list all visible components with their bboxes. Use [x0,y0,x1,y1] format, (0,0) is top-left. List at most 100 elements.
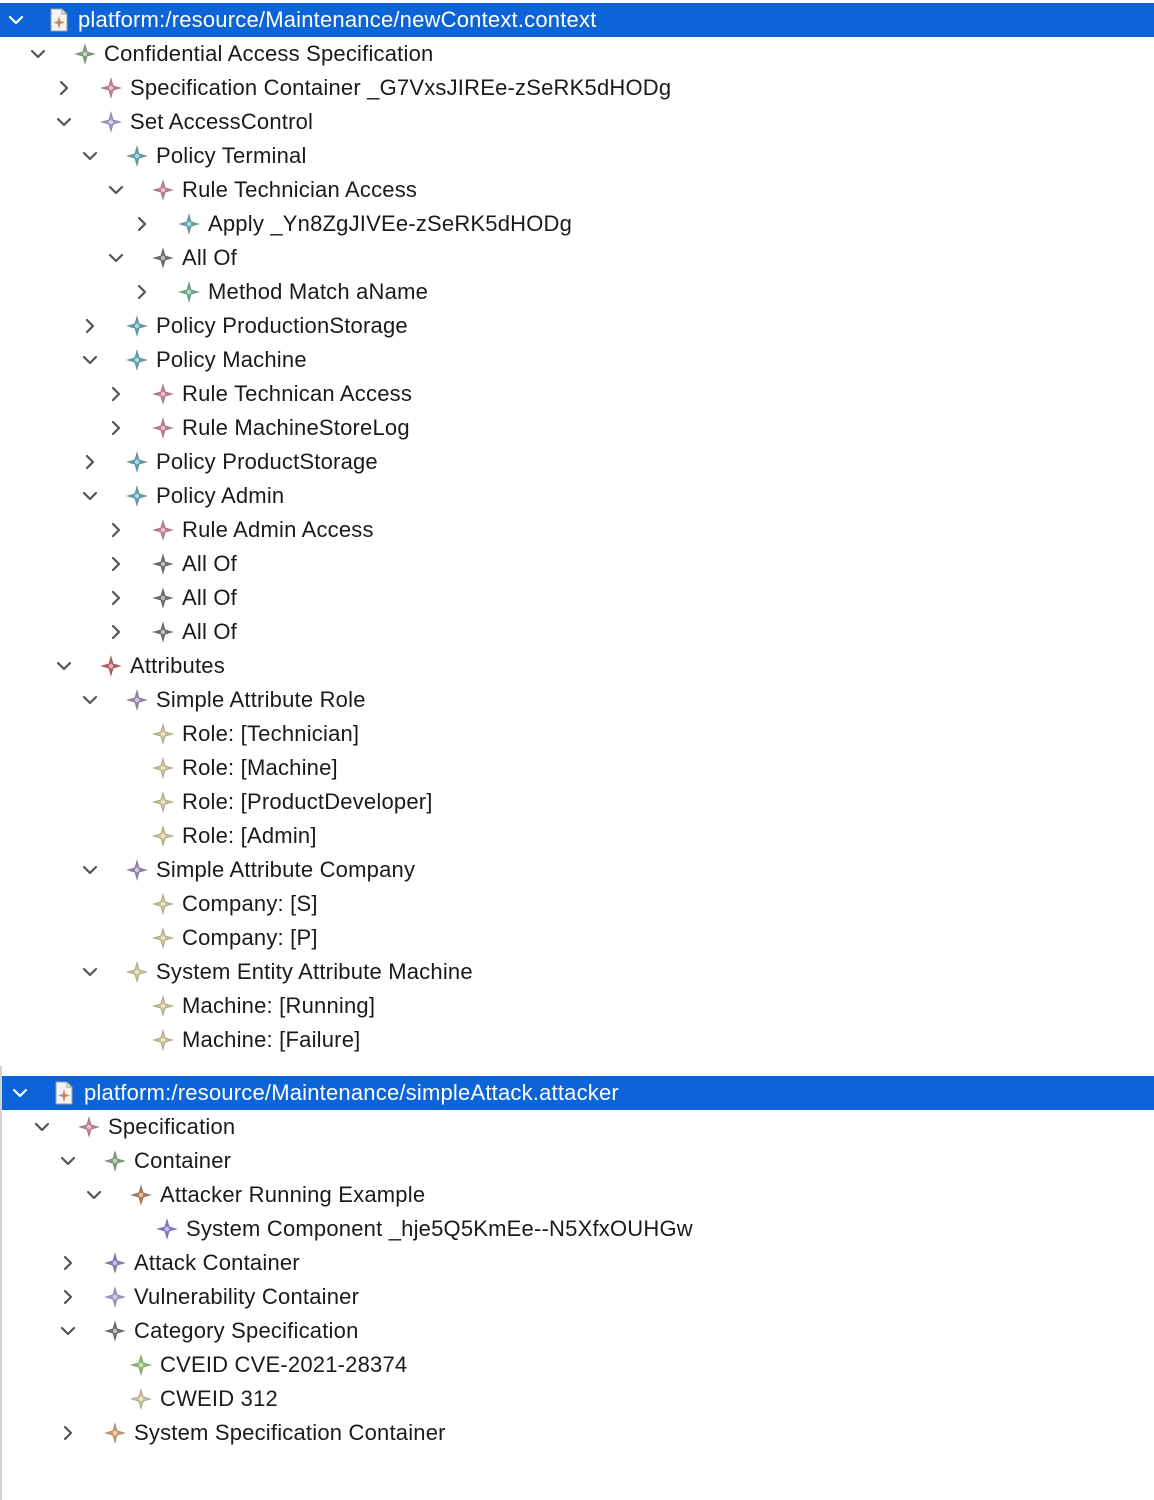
tree-item[interactable]: Confidential Access Specification [0,37,1154,71]
tree-item[interactable]: Method Match aName [0,275,1154,309]
tree-item[interactable]: System Specification Container [2,1416,1154,1450]
chevron-down-icon[interactable] [108,182,124,198]
tree-item[interactable]: Role: [ProductDeveloper] [0,785,1154,819]
tree-item-label: Simple Attribute Company [156,857,416,882]
tree-item[interactable]: Role: [Machine] [0,751,1154,785]
tree-item-label: Rule Technican Access [182,381,413,406]
tree-item[interactable]: Machine: [Failure] [0,1023,1154,1057]
tree-item-label: Policy ProductStorage [156,449,378,474]
tree-item[interactable]: System Entity Attribute Machine [0,955,1154,989]
tree-item[interactable]: Role: [Technician] [0,717,1154,751]
tree-item[interactable]: Attacker Running Example [2,1178,1154,1212]
model-element-icon [129,1353,153,1377]
model-element-icon [151,994,175,1018]
tree-item-label: Policy Machine [156,347,307,372]
chevron-down-icon[interactable] [82,488,98,504]
tree-item[interactable]: Attributes [0,649,1154,683]
chevron-down-icon[interactable] [30,46,46,62]
chevron-down-icon[interactable] [60,1323,76,1339]
tree-item[interactable]: Vulnerability Container [2,1280,1154,1314]
tree-item[interactable]: Policy Terminal [0,139,1154,173]
chevron-right-icon[interactable] [108,386,124,402]
tree-item[interactable]: Rule Technician Access [0,173,1154,207]
tree-item-label: All Of [182,585,237,610]
tree-item[interactable]: Rule MachineStoreLog [0,411,1154,445]
tree-item[interactable]: Specification [2,1110,1154,1144]
model-element-icon [103,1421,127,1445]
tree-item-label: Specification [108,1114,236,1139]
chevron-right-icon[interactable] [60,1289,76,1305]
tree-item[interactable]: Policy ProductStorage [0,445,1154,479]
model-element-icon [129,1387,153,1411]
chevron-down-icon[interactable] [82,862,98,878]
tree-item[interactable]: Specification Container _G7VxsJIREe-zSeR… [0,71,1154,105]
chevron-right-icon[interactable] [108,624,124,640]
tree-item[interactable]: Container [2,1144,1154,1178]
chevron-down-icon[interactable] [56,114,72,130]
chevron-right-icon[interactable] [56,80,72,96]
tree-item[interactable]: CVEID CVE-2021-28374 [2,1348,1154,1382]
tree-item[interactable]: Policy ProductionStorage [0,309,1154,343]
tree-item[interactable]: Machine: [Running] [0,989,1154,1023]
tree-item[interactable]: CWEID 312 [2,1382,1154,1416]
tree-item[interactable]: Simple Attribute Role [0,683,1154,717]
tree-item[interactable]: System Component _hje5Q5KmEe--N5XfxOUHGw [2,1212,1154,1246]
tree-item[interactable]: Rule Admin Access [0,513,1154,547]
chevron-down-icon[interactable] [82,352,98,368]
chevron-right-icon[interactable] [108,590,124,606]
tree-item-label: Rule Technician Access [182,177,418,202]
model-element-icon [77,1115,101,1139]
model-element-icon [125,960,149,984]
model-element-icon [177,280,201,304]
tree-item[interactable]: Policy Admin [0,479,1154,513]
tree-item-label: CVEID CVE-2021-28374 [160,1352,408,1377]
tree-item-label: Specification Container _G7VxsJIREe-zSeR… [130,75,672,100]
chevron-down-icon[interactable] [82,692,98,708]
chevron-down-icon[interactable] [82,148,98,164]
chevron-right-icon[interactable] [60,1425,76,1441]
chevron-right-icon[interactable] [82,454,98,470]
tree-item[interactable]: Set AccessControl [0,105,1154,139]
model-element-icon [155,1217,179,1241]
tree-item[interactable]: Policy Machine [0,343,1154,377]
model-element-icon [125,484,149,508]
tree-item-label: Category Specification [134,1318,359,1343]
chevron-down-icon[interactable] [86,1187,102,1203]
tree-item[interactable]: Apply _Yn8ZgJIVEe-zSeRK5dHODg [0,207,1154,241]
chevron-down-icon[interactable] [82,964,98,980]
chevron-down-icon[interactable] [56,658,72,674]
chevron-right-icon[interactable] [60,1255,76,1271]
tree-item[interactable]: All Of [0,615,1154,649]
chevron-right-icon[interactable] [108,420,124,436]
tree-item[interactable]: All Of [0,581,1154,615]
resource-path-label: platform:/resource/Maintenance/simpleAtt… [84,1080,619,1105]
chevron-right-icon[interactable] [134,216,150,232]
tree-item-label: Attack Container [134,1250,300,1275]
chevron-down-icon[interactable] [8,12,24,28]
chevron-right-icon[interactable] [134,284,150,300]
tree-item[interactable]: Attack Container [2,1246,1154,1280]
tree-item[interactable]: Company: [P] [0,921,1154,955]
tree-item[interactable]: Simple Attribute Company [0,853,1154,887]
tree-item[interactable]: Company: [S] [0,887,1154,921]
chevron-down-icon[interactable] [108,250,124,266]
tree-item[interactable]: All Of [0,241,1154,275]
chevron-right-icon[interactable] [82,318,98,334]
tree-item-label: Policy ProductionStorage [156,313,408,338]
chevron-down-icon[interactable] [34,1119,50,1135]
tree-item[interactable]: Category Specification [2,1314,1154,1348]
resource-header-row[interactable]: platform:/resource/Maintenance/simpleAtt… [2,1076,1154,1110]
chevron-down-icon[interactable] [12,1085,28,1101]
tree-item-label: Machine: [Failure] [182,1027,361,1052]
model-element-icon [125,348,149,372]
chevron-down-icon[interactable] [60,1153,76,1169]
chevron-right-icon[interactable] [108,556,124,572]
tree-item[interactable]: Role: [Admin] [0,819,1154,853]
chevron-right-icon[interactable] [108,522,124,538]
model-element-icon [129,1183,153,1207]
tree-item[interactable]: All Of [0,547,1154,581]
resource-header-row[interactable]: platform:/resource/Maintenance/newContex… [0,3,1154,37]
tree-item-label: Rule MachineStoreLog [182,415,410,440]
tree-item-label: System Component _hje5Q5KmEe--N5XfxOUHGw [186,1216,693,1241]
tree-item[interactable]: Rule Technican Access [0,377,1154,411]
